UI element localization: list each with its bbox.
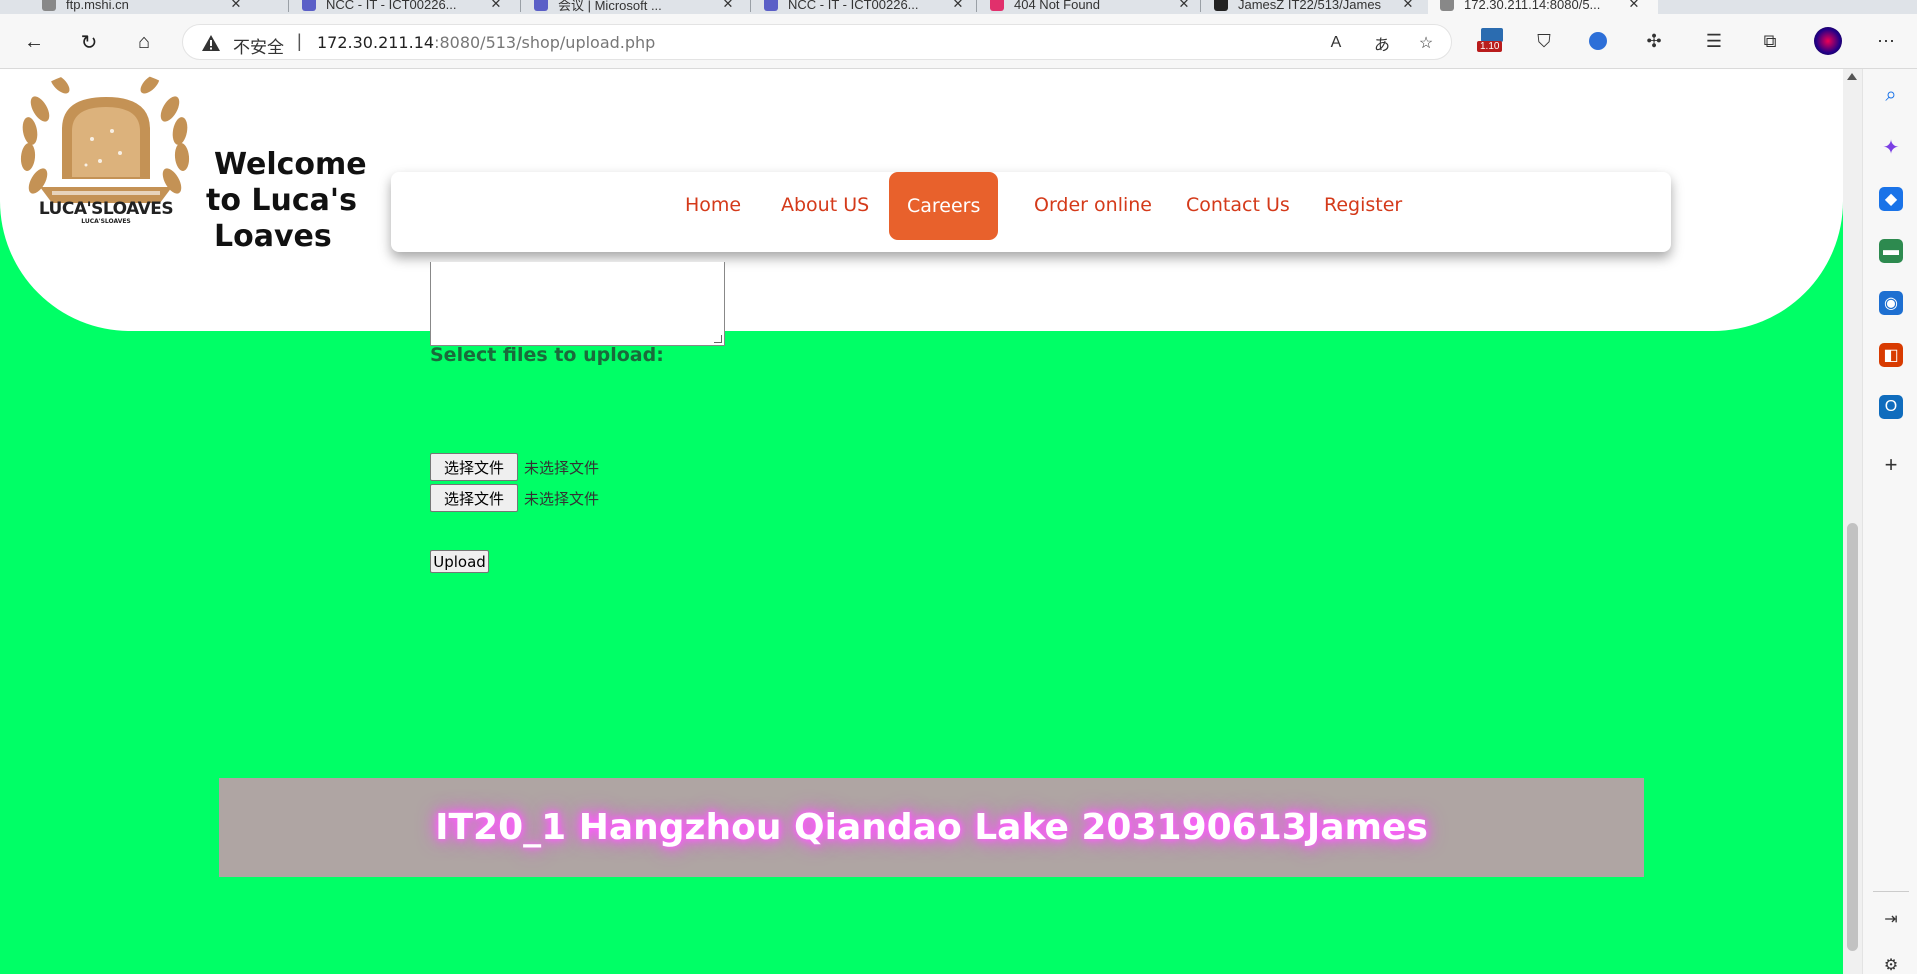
back-icon[interactable]: ← <box>20 28 48 56</box>
outlook-icon[interactable]: O <box>1879 395 1903 419</box>
insecure-label[interactable]: 不安全 <box>233 33 284 58</box>
tab-5[interactable]: 404 Not Found ✕ <box>978 0 1194 14</box>
page-scrollbar[interactable] <box>1843 69 1862 974</box>
tab-2[interactable]: NCC - IT - ICT00226... ✕ <box>290 0 506 14</box>
tab-favicon <box>990 0 1004 11</box>
search-icon[interactable]: ⌕ <box>1879 83 1903 107</box>
tab-3[interactable]: 会议 | Microsoft ... ✕ <box>522 0 738 14</box>
warning-icon[interactable] <box>201 33 221 53</box>
close-icon[interactable]: ✕ <box>226 0 246 12</box>
sidebar-collapse-icon[interactable]: ⇥ <box>1879 907 1903 931</box>
games-icon[interactable]: ◉ <box>1879 291 1903 315</box>
scroll-thumb[interactable] <box>1847 523 1858 951</box>
site-logo[interactable]: LUCA'SLOAVES LUCA'SLOAVES <box>0 69 212 239</box>
logo-text: LUCA'SLOAVES <box>38 199 174 219</box>
footer-banner: IT20_1 Hangzhou Qiandao Lake 203190613Ja… <box>219 778 1644 877</box>
url-host: 172.30.211.14 <box>317 33 435 52</box>
profile-avatar[interactable] <box>1814 27 1842 55</box>
collections-icon[interactable]: ⧉ <box>1756 27 1784 55</box>
address-bar[interactable]: 不安全 | 172.30.211.14:8080/513/shop/upload… <box>182 24 1452 60</box>
settings-gear-icon[interactable]: ⚙ <box>1879 953 1903 974</box>
vpn-extension-icon[interactable] <box>1584 27 1612 55</box>
shield-icon[interactable]: ⛉ <box>1530 27 1558 55</box>
close-icon[interactable]: ✕ <box>1624 0 1644 12</box>
url-text[interactable]: 172.30.211.14:8080/513/shop/upload.php <box>317 33 655 52</box>
close-icon[interactable]: ✕ <box>1174 0 1194 12</box>
nav-careers[interactable]: Careers <box>889 172 999 240</box>
close-icon[interactable]: ✕ <box>948 0 968 12</box>
scroll-up-arrow-icon[interactable] <box>1847 73 1857 80</box>
extension-icon[interactable]: 1.10 <box>1476 26 1508 54</box>
address-separator: | <box>297 31 302 51</box>
nav-contact-us[interactable]: Contact Us <box>1168 172 1308 238</box>
add-icon[interactable]: + <box>1879 452 1903 477</box>
welcome-heading: Welcome to Luca's Loaves <box>206 147 367 255</box>
nav-about-us[interactable]: About US <box>763 172 887 238</box>
tab-favicon <box>534 0 548 11</box>
page-viewport: LUCA'SLOAVES LUCA'SLOAVES Welcome to Luc… <box>0 69 1843 974</box>
tab-4[interactable]: NCC - IT - ICT00226... ✕ <box>752 0 968 14</box>
tab-favicon <box>42 0 56 11</box>
file-input-1: 选择文件 未选择文件 <box>430 453 599 481</box>
tab-title: 172.30.211.14:8080/5... <box>1464 0 1601 12</box>
logo-subtext: LUCA'SLOAVES <box>81 218 131 225</box>
favorites-icon[interactable]: ☰ <box>1700 27 1728 55</box>
edge-sidebar: ⌕ ✦ ◆ ▬ ◉ ◧ O + ⇥ ⚙ <box>1862 69 1917 974</box>
welcome-line: Loaves <box>214 219 332 254</box>
browser-toolbar: ← ↻ ⌂ 不安全 | 172.30.211.14:8080/513/shop/… <box>0 14 1917 69</box>
copilot-sparkle-icon[interactable]: ✦ <box>1879 135 1903 159</box>
choose-file-button[interactable]: 选择文件 <box>430 484 518 512</box>
tab-active[interactable]: 172.30.211.14:8080/5... ✕ <box>1428 0 1658 14</box>
tab-strip: ftp.mshi.cn ✕ NCC - IT - ICT00226... ✕ 会… <box>0 0 1917 14</box>
close-icon[interactable]: ✕ <box>486 0 506 12</box>
close-icon[interactable]: ✕ <box>1398 0 1418 12</box>
nav-register[interactable]: Register <box>1306 172 1420 238</box>
footer-text: IT20_1 Hangzhou Qiandao Lake 203190613Ja… <box>435 807 1428 848</box>
extensions-puzzle-icon[interactable]: ✣ <box>1640 27 1668 55</box>
welcome-line: to Luca's <box>206 183 357 218</box>
tab-title: 会议 | Microsoft ... <box>558 0 662 13</box>
tab-title: NCC - IT - ICT00226... <box>788 0 919 12</box>
choose-file-button[interactable]: 选择文件 <box>430 453 518 481</box>
tab-title: JamesZ IT22/513/James <box>1238 0 1382 12</box>
resize-grip-icon[interactable] <box>714 335 722 343</box>
tab-favicon <box>764 0 778 11</box>
close-icon[interactable]: ✕ <box>718 0 738 12</box>
file-status: 未选择文件 <box>524 458 600 477</box>
translate-icon[interactable]: あ <box>1371 32 1393 54</box>
file-input-2: 选择文件 未选择文件 <box>430 484 599 512</box>
home-icon[interactable]: ⌂ <box>130 28 158 56</box>
nav-home[interactable]: Home <box>667 172 759 238</box>
upload-button[interactable]: Upload <box>430 550 489 573</box>
tab-title: ftp.mshi.cn <box>66 0 129 12</box>
tab-favicon <box>302 0 316 11</box>
office-icon[interactable]: ◧ <box>1879 343 1903 367</box>
favorite-star-icon[interactable]: ☆ <box>1415 32 1437 54</box>
main-nav: Home About US Careers Order online Conta… <box>391 172 1671 252</box>
file-status: 未选择文件 <box>524 489 600 508</box>
tab-6[interactable]: JamesZ IT22/513/James ✕ <box>1202 0 1418 14</box>
extension-badge: 1.10 <box>1477 41 1503 52</box>
github-icon <box>1214 0 1228 11</box>
tab-title: NCC - IT - ICT00226... <box>326 0 457 12</box>
tools-icon[interactable]: ▬ <box>1879 239 1903 263</box>
read-aloud-icon[interactable]: A <box>1325 32 1347 54</box>
select-files-label: Select files to upload: <box>430 344 664 366</box>
nav-order-online[interactable]: Order online <box>1016 172 1170 238</box>
more-menu-icon[interactable]: ⋯ <box>1872 27 1900 55</box>
tab-title: 404 Not Found <box>1014 0 1101 12</box>
url-path: :8080/513/shop/upload.php <box>434 33 656 52</box>
tab-1[interactable]: ftp.mshi.cn ✕ <box>30 0 246 14</box>
message-textarea[interactable] <box>430 262 725 346</box>
shopping-tag-icon[interactable]: ◆ <box>1879 187 1903 211</box>
refresh-icon[interactable]: ↻ <box>75 28 103 56</box>
welcome-line: Welcome <box>214 147 367 182</box>
tab-favicon <box>1440 0 1454 11</box>
